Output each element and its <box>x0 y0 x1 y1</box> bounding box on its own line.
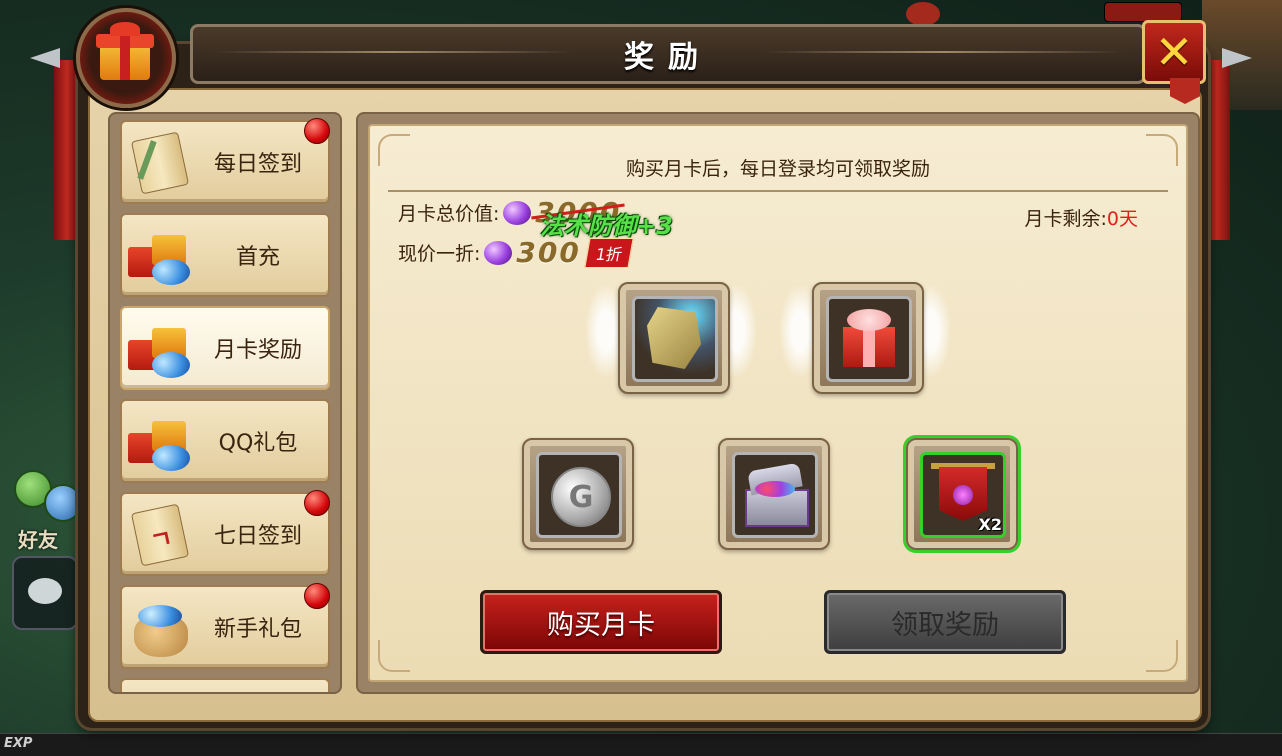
gem-icon <box>503 200 532 225</box>
gift-icon <box>76 8 176 108</box>
menu-item-partial[interactable] <box>120 678 330 692</box>
scroll-icon <box>126 130 192 195</box>
monthly-card-content: 购买月卡后，每日登录均可领取奖励 月卡总价值: 3000 法术防御+3 现价一折… <box>368 124 1188 682</box>
title-bar: 奖励 <box>190 24 1146 84</box>
treasure-chest-icon <box>732 452 818 538</box>
notice-text: 购买月卡后，每日登录均可领取奖励 <box>625 158 930 180</box>
item-quantity: X2 <box>978 515 1002 534</box>
current-price-row: 现价一折: 300 1折 <box>398 236 634 269</box>
current-price: 300 <box>516 236 581 269</box>
buy-monthly-card-button[interactable]: 购买月卡 <box>480 590 722 654</box>
scroll-icon: ㄱ <box>126 502 192 567</box>
reward-slot[interactable] <box>812 282 924 394</box>
corner-ornament <box>1146 640 1178 672</box>
gem-bag-icon <box>126 595 192 659</box>
menu-item-qq-pack[interactable]: QQ礼包 <box>120 399 330 483</box>
reward-slot[interactable]: G <box>522 438 634 550</box>
total-value-label: 月卡总价值: <box>398 203 500 225</box>
menu-item-label: 每日签到 <box>213 152 302 177</box>
close-button[interactable]: ✕ <box>1142 20 1206 84</box>
discount-badge: 1折 <box>584 237 634 268</box>
menu-item-first-recharge[interactable]: 首充 <box>120 213 330 297</box>
gift-pile-icon <box>126 316 192 380</box>
gift-pile-icon <box>126 223 192 287</box>
chat-button[interactable] <box>12 556 78 630</box>
notification-dot <box>304 490 330 516</box>
gift-box-icon <box>826 296 912 382</box>
side-banner <box>54 60 80 240</box>
claim-reward-button[interactable]: 领取奖励 <box>824 590 1066 654</box>
reward-menu: 每日签到 首充 月卡奖励 QQ礼包 ㄱ 七日签到 新手礼包 <box>108 112 342 694</box>
remaining-value: 0天 <box>1106 208 1138 230</box>
background-decoration <box>906 2 940 26</box>
menu-item-label: 七日签到 <box>213 524 302 549</box>
friend-button[interactable]: 好友 <box>18 524 58 553</box>
notification-dot <box>304 118 330 144</box>
reward-slot[interactable] <box>718 438 830 550</box>
exp-bar: EXP <box>0 733 1282 756</box>
title-ornament <box>763 51 1123 53</box>
slime-character <box>44 484 82 522</box>
corner-ornament <box>378 640 410 672</box>
gift-pile-icon <box>126 409 192 473</box>
reward-slot[interactable] <box>618 282 730 394</box>
remaining-days: 月卡剩余:0天 <box>1025 204 1139 231</box>
menu-item-daily-signin[interactable]: 每日签到 <box>120 118 330 204</box>
menu-item-seven-day-signin[interactable]: ㄱ 七日签到 <box>120 490 330 576</box>
menu-item-label: QQ礼包 <box>218 431 298 456</box>
menu-item-label: 首充 <box>235 245 280 270</box>
notification-dot <box>304 583 330 609</box>
menu-item-label: 新手礼包 <box>213 617 302 642</box>
title-ornament <box>213 51 573 53</box>
reward-slot[interactable]: X2 <box>906 438 1018 550</box>
spike-ornament <box>30 48 60 68</box>
rune-stone-icon <box>632 296 718 382</box>
remaining-label: 月卡剩余: <box>1024 208 1107 230</box>
silver-coin-icon: G <box>536 452 622 538</box>
menu-item-monthly-card[interactable]: 月卡奖励 <box>120 306 330 390</box>
menu-item-newbie-pack[interactable]: 新手礼包 <box>120 583 330 669</box>
spike-ornament <box>1222 48 1252 68</box>
close-icon: ✕ <box>1154 25 1194 79</box>
menu-item-label: 月卡奖励 <box>213 338 302 363</box>
page-title: 奖励 <box>624 40 712 75</box>
divider <box>388 190 1168 192</box>
gem-icon <box>484 240 513 265</box>
monthly-card-panel: 购买月卡后，每日登录均可领取奖励 月卡总价值: 3000 法术防御+3 现价一折… <box>356 112 1200 694</box>
exp-label: EXP <box>4 736 33 751</box>
background-hp-bar <box>1104 2 1182 22</box>
chat-icon <box>28 578 62 604</box>
current-price-label: 现价一折: <box>398 243 481 265</box>
